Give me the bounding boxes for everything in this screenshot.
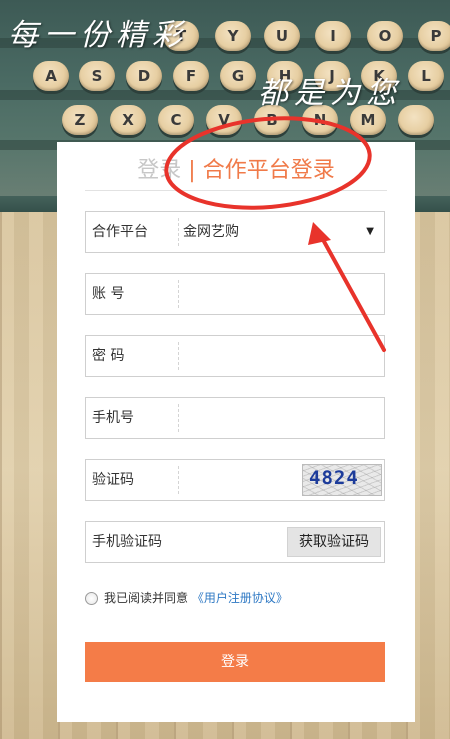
key-d: D bbox=[126, 61, 162, 91]
tab-partner-login[interactable]: 合作平台登录 bbox=[203, 158, 335, 183]
login-panel: 登录 | 合作平台登录 合作平台 金网艺购 ▼ 账 号 密 码 手机号 验证码 … bbox=[57, 142, 415, 722]
key-g: G bbox=[220, 61, 256, 91]
field-divider bbox=[178, 280, 179, 308]
phone-label: 手机号 bbox=[92, 410, 134, 426]
login-tabs: 登录 | 合作平台登录 bbox=[57, 150, 415, 192]
handwriting-left: 每一份精彩 bbox=[8, 18, 188, 53]
field-divider bbox=[178, 466, 179, 494]
captcha-field[interactable]: 验证码 4824 bbox=[85, 459, 385, 501]
handwriting-right: 都是为您 bbox=[258, 76, 402, 111]
field-divider bbox=[178, 404, 179, 432]
key-p: P bbox=[418, 21, 450, 51]
key-f: F bbox=[173, 61, 209, 91]
key-u: U bbox=[264, 21, 300, 51]
sms-code-field[interactable]: 手机验证码 获取验证码 bbox=[85, 521, 385, 563]
captcha-text: 4824 bbox=[309, 467, 359, 489]
phone-field[interactable]: 手机号 bbox=[85, 397, 385, 439]
key-z: Z bbox=[62, 105, 98, 135]
account-label: 账 号 bbox=[92, 286, 125, 302]
key-comma bbox=[398, 105, 434, 135]
agreement-radio[interactable] bbox=[85, 592, 98, 605]
key-x: X bbox=[110, 105, 146, 135]
platform-label: 合作平台 bbox=[92, 224, 148, 240]
field-divider bbox=[178, 218, 179, 246]
key-y: Y bbox=[215, 21, 251, 51]
key-c: C bbox=[158, 105, 194, 135]
key-s: S bbox=[79, 61, 115, 91]
platform-select[interactable]: 合作平台 金网艺购 ▼ bbox=[85, 211, 385, 253]
caret-down-icon: ▼ bbox=[366, 226, 374, 237]
account-field[interactable]: 账 号 bbox=[85, 273, 385, 315]
agreement-link[interactable]: 《用户注册协议》 bbox=[192, 591, 288, 605]
key-i: I bbox=[315, 21, 351, 51]
agreement-text: 我已阅读并同意 bbox=[104, 591, 189, 605]
password-field[interactable]: 密 码 bbox=[85, 335, 385, 377]
platform-value: 金网艺购 bbox=[183, 224, 239, 240]
sms-code-label: 手机验证码 bbox=[92, 534, 162, 550]
tab-separator: | bbox=[188, 158, 196, 183]
login-button[interactable]: 登录 bbox=[85, 642, 385, 682]
captcha-image[interactable]: 4824 bbox=[302, 464, 382, 496]
key-o: O bbox=[367, 21, 403, 51]
tab-login[interactable]: 登录 bbox=[137, 158, 181, 183]
key-v: V bbox=[206, 105, 242, 135]
captcha-label: 验证码 bbox=[92, 472, 134, 488]
key-l: L bbox=[408, 61, 444, 91]
field-divider bbox=[178, 342, 179, 370]
key-a: A bbox=[33, 61, 69, 91]
get-sms-code-button[interactable]: 获取验证码 bbox=[287, 527, 381, 557]
password-label: 密 码 bbox=[92, 348, 125, 364]
title-divider bbox=[85, 190, 387, 191]
